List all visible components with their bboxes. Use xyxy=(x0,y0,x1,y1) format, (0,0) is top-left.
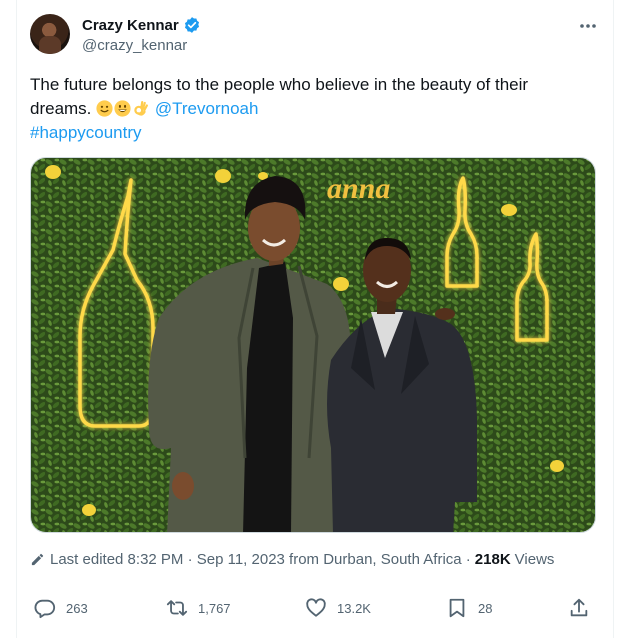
bookmark-button[interactable]: 28 xyxy=(446,597,492,619)
grinning-face-emoji-icon xyxy=(114,100,131,117)
author-name-row: Crazy Kennar xyxy=(82,16,201,34)
bookmark-icon xyxy=(449,598,465,618)
pencil-icon xyxy=(31,553,44,566)
verified-badge-icon xyxy=(183,16,201,34)
more-options-icon[interactable] xyxy=(574,14,602,38)
tweet-metadata: Last edited 8:32 PM · Sep 11, 2023 from … xyxy=(30,551,554,568)
ok-hand-emoji-icon xyxy=(134,101,149,116)
mention-link[interactable]: @Trevornoah xyxy=(155,99,259,118)
share-icon xyxy=(570,598,588,617)
author-handle[interactable]: @crazy_kennar xyxy=(82,37,187,54)
reply-count: 263 xyxy=(66,600,88,616)
bookmark-count: 28 xyxy=(478,600,493,616)
heart-icon xyxy=(306,598,326,617)
tweet-action-bar: 263 1,767 13.2K 28 xyxy=(30,597,596,623)
like-count: 13.2K xyxy=(337,600,371,616)
author-display-name[interactable]: Crazy Kennar xyxy=(82,17,179,34)
views-count: 218K xyxy=(474,551,511,568)
repost-count: 1,767 xyxy=(198,600,231,616)
share-button[interactable] xyxy=(568,597,590,619)
tweet-photo[interactable]: anna xyxy=(30,157,596,533)
repost-icon xyxy=(166,600,188,616)
tweet-text: The future belongs to the people who bel… xyxy=(30,73,590,145)
reply-button[interactable]: 263 xyxy=(34,597,88,619)
repost-button[interactable]: 1,767 xyxy=(166,597,231,619)
like-button[interactable]: 13.2K xyxy=(305,597,371,619)
neon-sign-text: anna xyxy=(327,172,390,205)
slightly-smiling-face-emoji-icon xyxy=(96,100,113,117)
reply-icon xyxy=(34,599,56,619)
author-avatar[interactable] xyxy=(30,14,70,54)
edited-timestamp-link[interactable]: Last edited 8:32 PM · Sep 11, 2023 from … xyxy=(50,551,471,568)
views-label: Views xyxy=(514,551,555,568)
hashtag-link[interactable]: #happycountry xyxy=(30,123,142,142)
